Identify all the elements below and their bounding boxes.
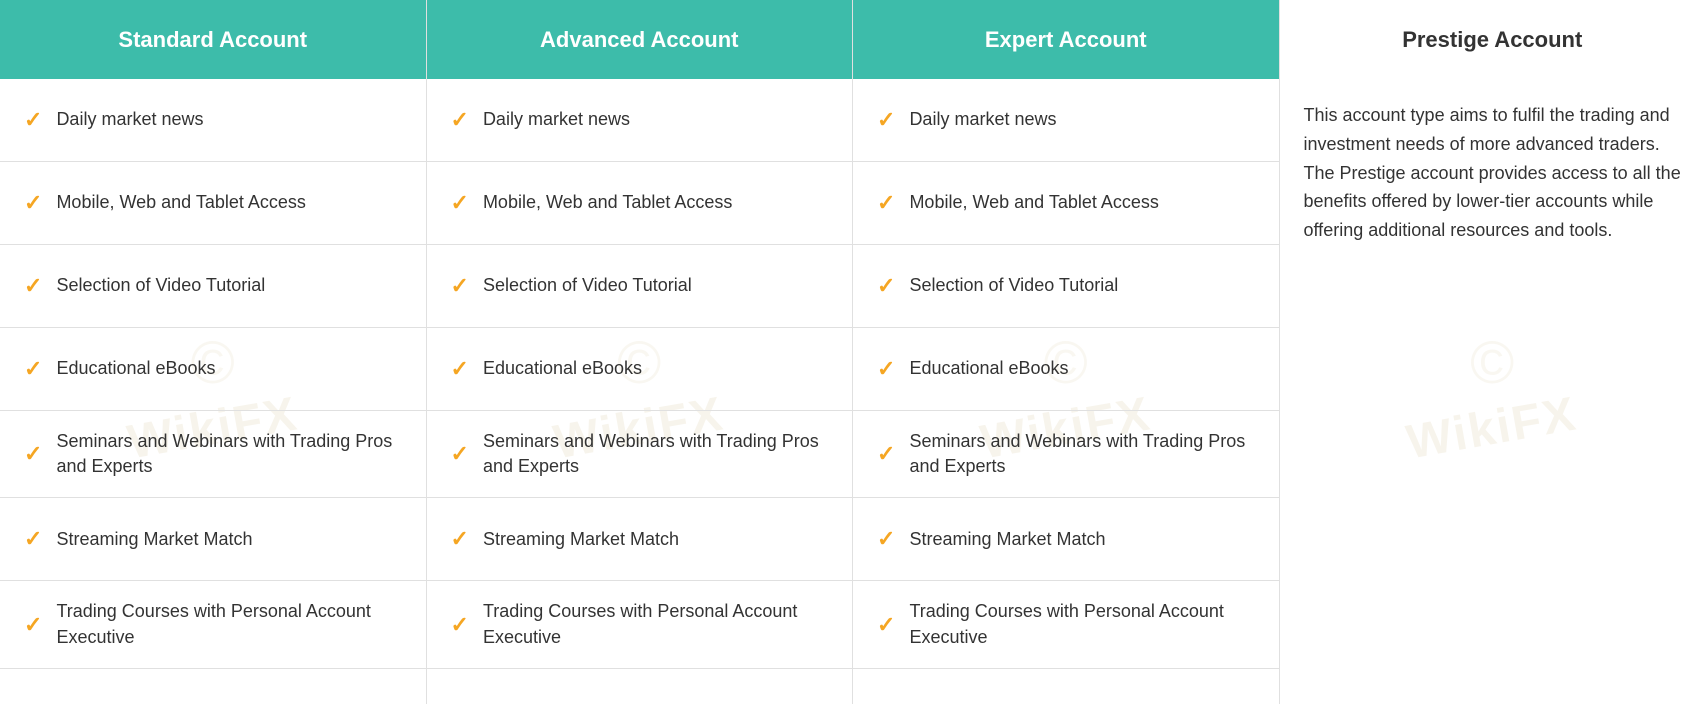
header-standard: Standard Account xyxy=(0,0,426,79)
feature-row-advanced-1: ✓ Mobile, Web and Tablet Access xyxy=(427,162,853,245)
feature-row-advanced-6: ✓ Trading Courses with Personal Account E… xyxy=(427,581,853,668)
feature-row-advanced-4: ✓ Seminars and Webinars with Trading Pros… xyxy=(427,411,853,498)
feature-text-expert-5: Streaming Market Match xyxy=(909,527,1105,552)
feature-text-standard-6: Trading Courses with Personal Account Ex… xyxy=(56,599,401,649)
header-expert: Expert Account xyxy=(853,0,1279,79)
checkmark-icon-advanced-0: ✓ xyxy=(451,107,469,133)
checkmark-icon-advanced-2: ✓ xyxy=(451,273,469,299)
feature-row-standard-0: ✓ Daily market news xyxy=(0,79,426,162)
feature-text-standard-0: Daily market news xyxy=(56,107,203,132)
checkmark-icon-expert-3: ✓ xyxy=(877,356,895,382)
feature-text-expert-1: Mobile, Web and Tablet Access xyxy=(909,190,1158,215)
col-inner-standard: ©WikiFX✓Daily market news✓Mobile, Web an… xyxy=(0,79,426,704)
feature-row-standard-1: ✓ Mobile, Web and Tablet Access xyxy=(0,162,426,245)
comparison-table: Standard Account ©WikiFX ✓ Daily market new… xyxy=(0,0,1705,704)
checkmark-icon-expert-5: ✓ xyxy=(877,526,895,552)
checkmark-icon-expert-4: ✓ xyxy=(877,441,895,467)
feature-row-advanced-0: ✓ Daily market news xyxy=(427,79,853,162)
col-inner-advanced: ©WikiFX✓Daily market news✓Mobile, Web an… xyxy=(427,79,853,704)
checkmark-icon-standard-3: ✓ xyxy=(24,356,42,382)
feature-row-expert-3: ✓ Educational eBooks xyxy=(853,328,1279,411)
feature-text-advanced-4: Seminars and Webinars with Trading Pros … xyxy=(483,429,828,479)
checkmark-icon-expert-6: ✓ xyxy=(877,612,895,638)
feature-text-standard-3: Educational eBooks xyxy=(56,356,215,381)
checkmark-icon-advanced-6: ✓ xyxy=(451,612,469,638)
feature-row-advanced-2: ✓ Selection of Video Tutorial xyxy=(427,245,853,328)
checkmark-icon-standard-6: ✓ xyxy=(24,612,42,638)
feature-text-advanced-5: Streaming Market Match xyxy=(483,527,679,552)
checkmark-icon-expert-1: ✓ xyxy=(877,190,895,216)
checkmark-icon-advanced-5: ✓ xyxy=(451,526,469,552)
column-advanced: Advanced Account©WikiFX✓Daily market new… xyxy=(427,0,854,704)
checkmark-icon-expert-0: ✓ xyxy=(877,107,895,133)
feature-text-standard-2: Selection of Video Tutorial xyxy=(56,273,265,298)
header-advanced: Advanced Account xyxy=(427,0,853,79)
checkmark-icon-advanced-3: ✓ xyxy=(451,356,469,382)
watermark-text: WikiFX xyxy=(1403,386,1582,470)
feature-row-standard-3: ✓ Educational eBooks xyxy=(0,328,426,411)
checkmark-icon-standard-5: ✓ xyxy=(24,526,42,552)
feature-text-standard-5: Streaming Market Match xyxy=(56,527,252,552)
feature-row-standard-6: ✓ Trading Courses with Personal Account E… xyxy=(0,581,426,668)
feature-row-expert-4: ✓ Seminars and Webinars with Trading Pros… xyxy=(853,411,1279,498)
feature-row-expert-1: ✓ Mobile, Web and Tablet Access xyxy=(853,162,1279,245)
watermark-circle: © xyxy=(1470,328,1514,397)
column-standard: Standard Account©WikiFX✓Daily market new… xyxy=(0,0,427,704)
col-inner-expert: ©WikiFX✓Daily market news✓Mobile, Web an… xyxy=(853,79,1279,704)
feature-row-standard-4: ✓ Seminars and Webinars with Trading Pros… xyxy=(0,411,426,498)
feature-text-standard-4: Seminars and Webinars with Trading Pros … xyxy=(56,429,401,479)
feature-text-expert-2: Selection of Video Tutorial xyxy=(909,273,1118,298)
column-expert: Expert Account©WikiFX✓Daily market news✓… xyxy=(853,0,1280,704)
feature-text-standard-1: Mobile, Web and Tablet Access xyxy=(56,190,305,215)
header-prestige: Prestige Account xyxy=(1280,0,1705,79)
column-prestige: Prestige Account ©WikiFX This account type… xyxy=(1280,0,1705,704)
feature-text-expert-4: Seminars and Webinars with Trading Pros … xyxy=(909,429,1254,479)
feature-text-advanced-1: Mobile, Web and Tablet Access xyxy=(483,190,732,215)
feature-text-advanced-2: Selection of Video Tutorial xyxy=(483,273,692,298)
checkmark-icon-standard-4: ✓ xyxy=(24,441,42,467)
feature-row-expert-5: ✓ Streaming Market Match xyxy=(853,498,1279,581)
feature-row-expert-2: ✓ Selection of Video Tutorial xyxy=(853,245,1279,328)
checkmark-icon-standard-1: ✓ xyxy=(24,190,42,216)
feature-text-expert-3: Educational eBooks xyxy=(909,356,1068,381)
feature-text-advanced-0: Daily market news xyxy=(483,107,630,132)
checkmark-icon-advanced-1: ✓ xyxy=(451,190,469,216)
checkmark-icon-standard-2: ✓ xyxy=(24,273,42,299)
checkmark-icon-advanced-4: ✓ xyxy=(451,441,469,467)
feature-text-expert-0: Daily market news xyxy=(909,107,1056,132)
feature-row-advanced-5: ✓ Streaming Market Match xyxy=(427,498,853,581)
prestige-description: This account type aims to fulfil the tra… xyxy=(1280,79,1705,267)
feature-row-expert-0: ✓ Daily market news xyxy=(853,79,1279,162)
feature-row-expert-6: ✓ Trading Courses with Personal Account E… xyxy=(853,581,1279,668)
feature-text-expert-6: Trading Courses with Personal Account Ex… xyxy=(909,599,1254,649)
feature-text-advanced-3: Educational eBooks xyxy=(483,356,642,381)
feature-row-standard-2: ✓ Selection of Video Tutorial xyxy=(0,245,426,328)
checkmark-icon-standard-0: ✓ xyxy=(24,107,42,133)
feature-row-advanced-3: ✓ Educational eBooks xyxy=(427,328,853,411)
feature-text-advanced-6: Trading Courses with Personal Account Ex… xyxy=(483,599,828,649)
checkmark-icon-expert-2: ✓ xyxy=(877,273,895,299)
col-inner-prestige: ©WikiFX This account type aims to fulfil … xyxy=(1280,79,1705,704)
feature-row-standard-5: ✓ Streaming Market Match xyxy=(0,498,426,581)
